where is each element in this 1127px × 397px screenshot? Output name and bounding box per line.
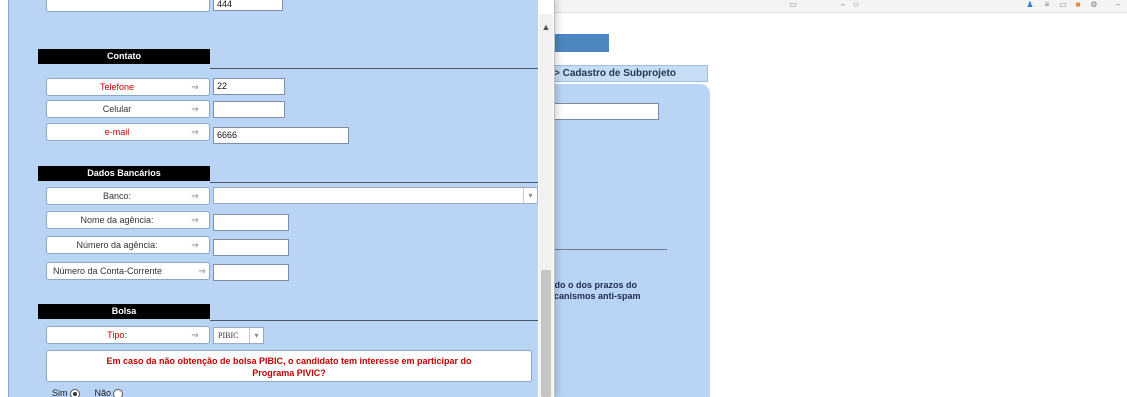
notice-text: ndo o dos prazos do ecanismos anti-spam [549, 280, 641, 302]
numero-agencia-label-box: Número da agência: ⇒ [46, 236, 210, 254]
section-divider [210, 182, 538, 183]
cut-off-label [46, 0, 210, 12]
nome-agencia-label: Nome da agência: [80, 215, 154, 225]
pivic-question-line-1: Em caso da não obtenção de bolsa PIBIC, … [106, 356, 472, 366]
arrow-icon: ⇒ [191, 191, 199, 201]
numero-agencia-label: Número da agência: [76, 240, 158, 250]
radio-sim-label: Sim [52, 388, 68, 397]
pivic-radio-group: Sim Não [52, 388, 124, 397]
scrollbar-thumb[interactable] [541, 270, 551, 397]
conta-corrente-label-box: Número da Conta-Corrente ⇒ [46, 262, 210, 280]
telefone-label-box: Telefone ⇒ [46, 78, 210, 96]
radio-sim[interactable] [69, 388, 80, 397]
arrow-icon: ⇒ [191, 215, 199, 225]
email-label-box: e-mail ⇒ [46, 123, 210, 141]
celular-label-box: Celular ⇒ [46, 100, 210, 118]
celular-label: Celular [102, 104, 132, 114]
screen: ▭ – ☆ ♟ ≡ ▭ ■ ⚙ – > Cadastro de Subproje… [0, 0, 1127, 397]
conta-corrente-label: Número da Conta-Corrente [53, 266, 163, 276]
radio-nao-label: Não [94, 388, 112, 397]
top-field-input[interactable]: 444 [213, 0, 283, 11]
notice-line-1: ndo o dos prazos do [549, 280, 637, 290]
extension-icon[interactable]: ♟ [1025, 1, 1035, 9]
conta-corrente-input[interactable] [213, 264, 289, 281]
banco-label-box: Banco: ⇒ [46, 187, 210, 205]
tipo-label-box: Tipo: ⇒ [46, 326, 210, 344]
arrow-icon: ⇒ [191, 240, 199, 250]
chevron-down-icon[interactable]: ▾ [249, 328, 263, 343]
numero-agencia-input[interactable] [213, 239, 289, 256]
arrow-icon: ⇒ [191, 82, 199, 92]
email-input[interactable]: 6666 [213, 127, 349, 144]
arrow-icon: ⇒ [191, 330, 199, 340]
pivic-question-line-2: Programa PIVIC? [252, 368, 326, 378]
arrow-icon: ⇒ [191, 104, 199, 114]
arrow-icon: ⇒ [191, 127, 199, 137]
celular-input[interactable] [213, 101, 285, 118]
bolsa-heading: Bolsa [38, 304, 210, 319]
telefone-input[interactable]: 22 [213, 78, 285, 95]
dados-bancarios-heading: Dados Bancários [38, 166, 210, 181]
banco-select[interactable]: ▾ [213, 187, 538, 204]
divider [540, 249, 667, 250]
background-input[interactable] [540, 103, 659, 120]
nome-agencia-label-box: Nome da agência: ⇒ [46, 211, 210, 229]
arrow-icon: ⇒ [198, 266, 206, 276]
more-icon[interactable]: – [1113, 1, 1123, 9]
banco-label: Banco: [102, 191, 132, 201]
notice-line-2: ecanismos anti-spam [549, 291, 641, 301]
nome-agencia-input[interactable] [213, 214, 289, 231]
pivic-question: Em caso da não obtenção de bolsa PIBIC, … [46, 350, 532, 382]
tipo-bolsa-select[interactable]: PIBIC ▾ [213, 327, 264, 344]
window-icon[interactable]: ▭ [1058, 1, 1068, 9]
tipo-bolsa-value: PIBIC [218, 331, 239, 340]
telefone-label: Telefone [99, 82, 135, 92]
email-label: e-mail [104, 127, 130, 137]
profile-icon[interactable]: ■ [1073, 1, 1083, 9]
contato-heading: Contato [38, 49, 210, 64]
content-panel [540, 84, 710, 397]
chevron-down-icon[interactable]: ▾ [523, 188, 537, 203]
radio-nao[interactable] [113, 388, 124, 397]
star-icon[interactable]: ☆ [851, 1, 861, 9]
breadcrumb[interactable]: > Cadastro de Subprojeto [540, 65, 708, 82]
menu-icon[interactable]: ≡ [1042, 1, 1052, 9]
popup-window: 444 Contato Telefone ⇒ 22 Celular ⇒ e-ma… [0, 0, 555, 397]
tipo-label: Tipo: [107, 330, 127, 340]
settings-icon[interactable]: ⚙ [1089, 1, 1099, 9]
section-divider [210, 68, 538, 69]
section-divider [210, 320, 538, 321]
scroll-up-icon[interactable]: ▲ [539, 22, 553, 32]
window-icon[interactable]: ▭ [788, 1, 798, 9]
minimize-icon[interactable]: – [838, 1, 848, 9]
